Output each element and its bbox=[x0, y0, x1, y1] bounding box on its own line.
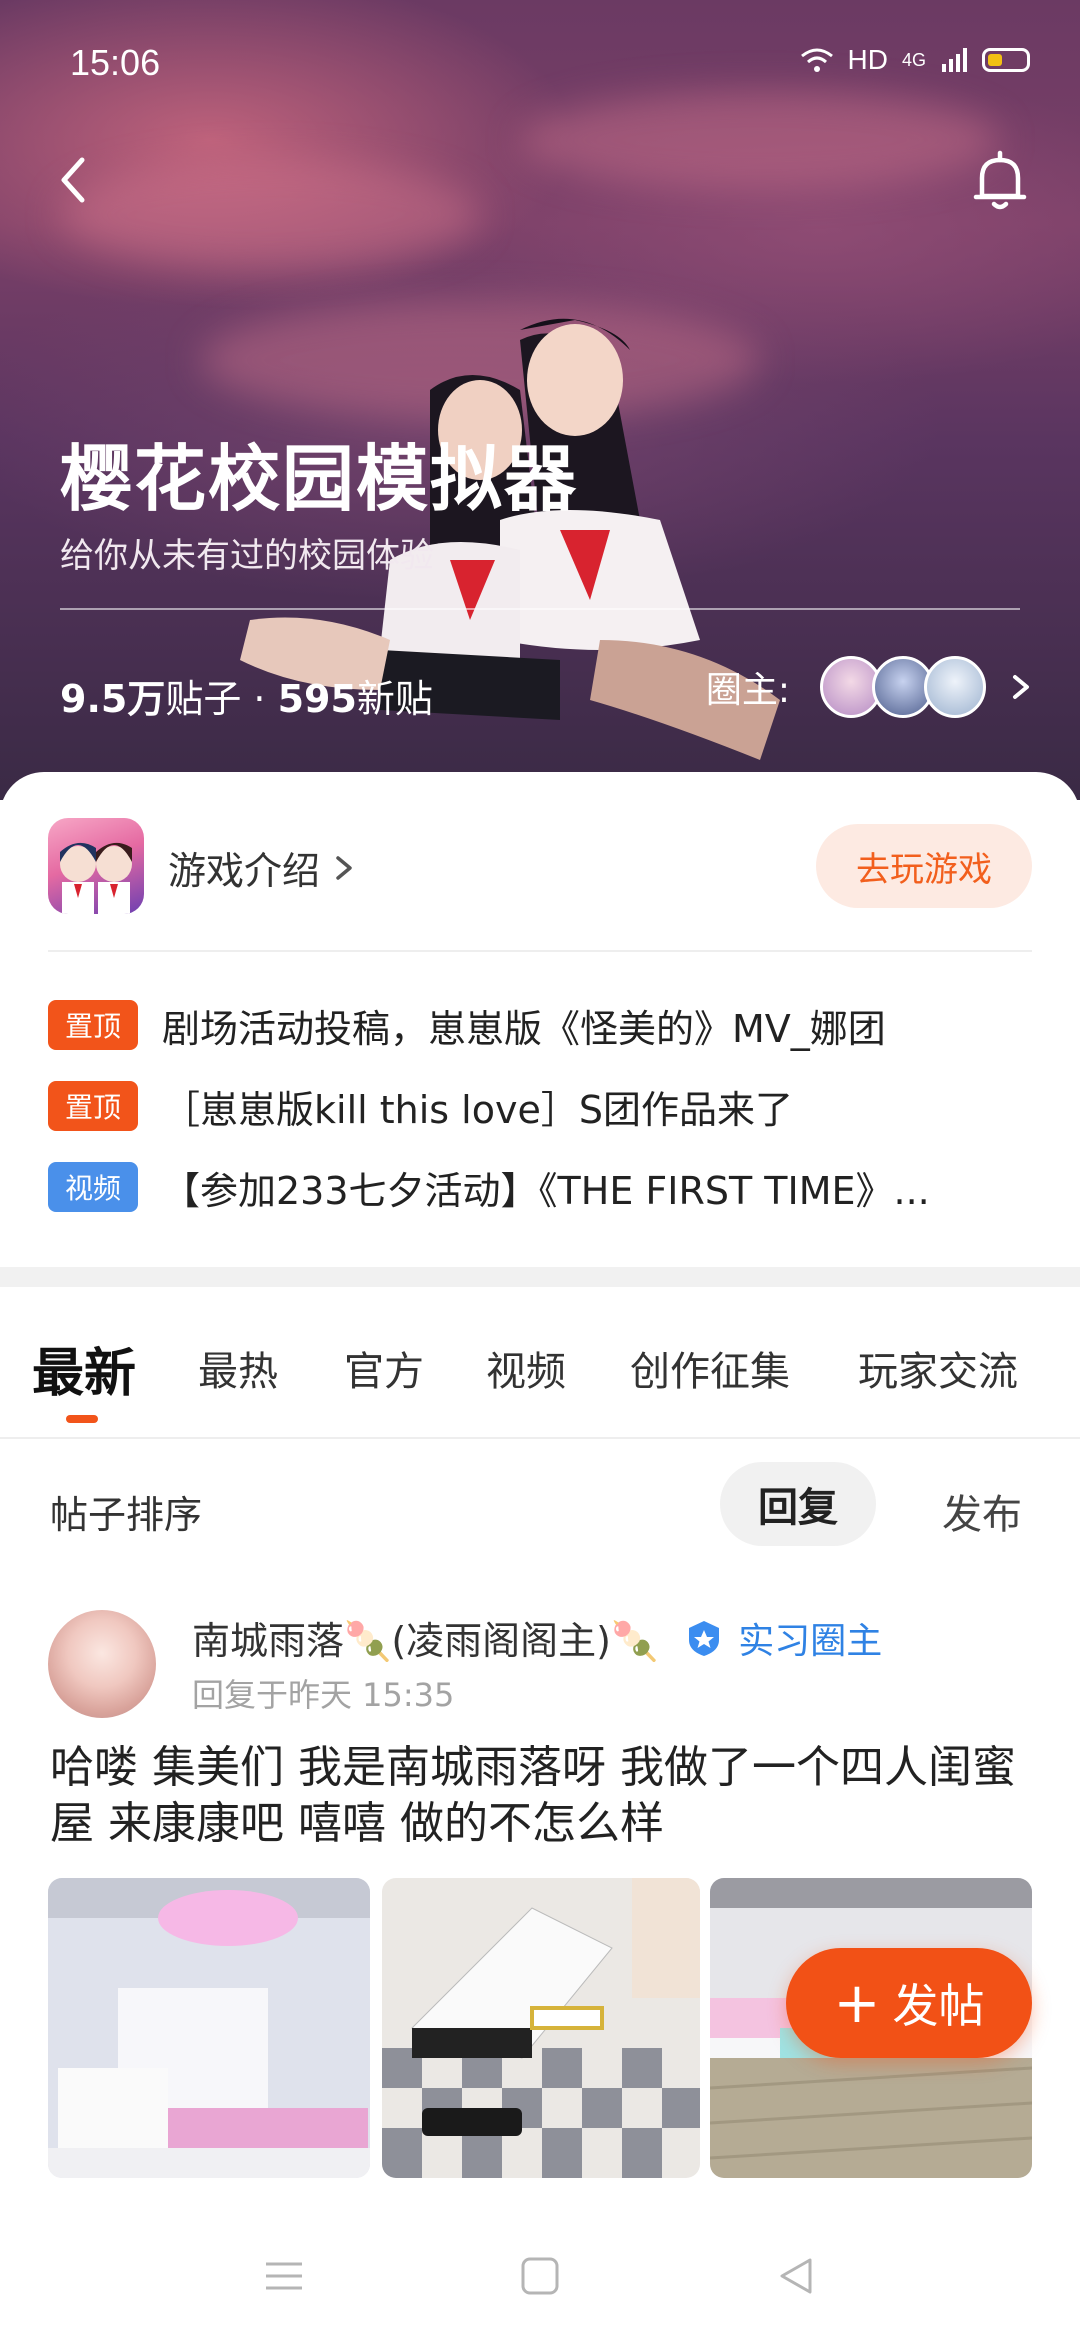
notification-button[interactable] bbox=[960, 140, 1040, 220]
pinned-posts: 置顶 剧场活动投稿，崽崽版《怪美的》MV_娜团 置顶 ［崽崽版kill this… bbox=[48, 998, 1032, 1241]
sort-row: 帖子排序 回复 发布 bbox=[0, 1462, 1080, 1552]
pinned-post[interactable]: 视频 【参加233七夕活动】《THE FIRST TIME》... bbox=[48, 1160, 1032, 1214]
pinned-tag: 置顶 bbox=[48, 1000, 138, 1050]
battery-icon bbox=[982, 48, 1030, 72]
pinned-post[interactable]: 置顶 剧场活动投稿，崽崽版《怪美的》MV_娜团 bbox=[48, 998, 1032, 1052]
post-content: 哈喽 集美们 我是南城雨落呀 我做了一个四人闺蜜屋 来康康吧 嘻嘻 做的不怎么样 bbox=[50, 1742, 1016, 1849]
menu-button[interactable] bbox=[262, 2254, 306, 2298]
video-tag: 视频 bbox=[48, 1162, 138, 1212]
avatar[interactable] bbox=[48, 1610, 156, 1718]
system-navigation-bar bbox=[0, 2210, 1080, 2340]
game-app-icon[interactable] bbox=[48, 818, 144, 914]
game-intro-link[interactable]: 游戏介绍 bbox=[168, 840, 358, 895]
pinned-post-title: ［崽崽版kill this love］S团作品来了 bbox=[162, 1087, 793, 1132]
post-image[interactable] bbox=[48, 1878, 370, 2178]
pinned-post-title: 【参加233七夕活动】《THE FIRST TIME》... bbox=[162, 1168, 930, 1213]
tab-latest[interactable]: 最新 bbox=[32, 1331, 136, 1406]
community-header: 15:06 HD 4G 樱花校园模拟器 给你从未有过的校园体验 9.5万贴子 ·… bbox=[0, 0, 1080, 800]
home-icon bbox=[521, 2257, 559, 2295]
signal-icon bbox=[942, 48, 967, 72]
network-type-label: HD bbox=[847, 44, 888, 75]
status-time: 15:06 bbox=[70, 42, 161, 83]
status-icons: HD 4G bbox=[800, 44, 1030, 76]
stats-separator: · bbox=[241, 677, 278, 721]
community-subtitle: 给你从未有过的校园体验 bbox=[60, 536, 434, 576]
pinned-post-title: 剧场活动投稿，崽崽版《怪美的》MV_娜团 bbox=[162, 1006, 886, 1051]
new-post-label: 发帖 bbox=[892, 1979, 985, 2033]
post-author-row: 南城雨落🍡(凌雨阁阁主)🍡 实习圈主 bbox=[192, 1610, 882, 1665]
tab-official[interactable]: 官方 bbox=[344, 1339, 424, 1397]
posts-count: 9.5万 bbox=[60, 677, 166, 721]
divider bbox=[48, 950, 1032, 952]
pinned-tag: 置顶 bbox=[48, 1081, 138, 1131]
community-owners[interactable]: 圈主: bbox=[706, 656, 1040, 718]
sort-by-publish-button[interactable]: 发布 bbox=[942, 1482, 1022, 1540]
post-image[interactable] bbox=[382, 1878, 700, 2178]
community-stats: 9.5万贴子 · 595新贴 bbox=[60, 668, 433, 723]
play-game-button[interactable]: 去玩游戏 bbox=[816, 824, 1032, 908]
tab-video[interactable]: 视频 bbox=[486, 1339, 566, 1397]
tab-player-chat[interactable]: 玩家交流 bbox=[858, 1339, 1018, 1397]
post-time: 回复于昨天 15:35 bbox=[192, 1676, 455, 1714]
post-category-tabs: 最新 最热 官方 视频 创作征集 玩家交流 bbox=[0, 1287, 1080, 1439]
system-back-button[interactable] bbox=[774, 2254, 818, 2298]
author-badge: 实习圈主 bbox=[684, 1612, 882, 1664]
shield-badge-icon bbox=[689, 1620, 720, 1656]
owners-label: 圈主: bbox=[705, 670, 790, 711]
tab-creation[interactable]: 创作征集 bbox=[630, 1339, 790, 1397]
menu-icon bbox=[266, 2262, 302, 2290]
sort-by-reply-button[interactable]: 回复 bbox=[720, 1462, 876, 1546]
room-photo bbox=[382, 1878, 700, 2178]
chevron-right-icon bbox=[336, 855, 352, 880]
top-navigation bbox=[0, 130, 1080, 230]
new-post-button[interactable]: + 发帖 bbox=[786, 1948, 1032, 2058]
active-tab-indicator bbox=[66, 1415, 98, 1423]
new-posts-label: 新贴 bbox=[356, 677, 433, 721]
badge-label: 实习圈主 bbox=[738, 1620, 883, 1662]
back-triangle-icon bbox=[780, 2258, 812, 2294]
game-intro-label: 游戏介绍 bbox=[168, 849, 321, 893]
game-row: 游戏介绍 去玩游戏 bbox=[48, 818, 1032, 918]
signal-label: 4G bbox=[901, 49, 926, 70]
posts-label: 贴子 bbox=[165, 677, 242, 721]
section-separator bbox=[0, 1267, 1080, 1287]
header-divider bbox=[60, 608, 1020, 610]
status-bar: 15:06 HD 4G bbox=[0, 0, 1080, 130]
home-button[interactable] bbox=[518, 2254, 562, 2298]
sort-label: 帖子排序 bbox=[50, 1493, 203, 1537]
bell-icon bbox=[973, 150, 1027, 210]
wifi-icon bbox=[800, 48, 833, 72]
plus-icon: + bbox=[833, 1970, 881, 2036]
room-photo bbox=[48, 1878, 370, 2178]
chevron-right-icon bbox=[1013, 675, 1029, 699]
game-artwork bbox=[60, 842, 132, 914]
owner-avatar bbox=[924, 656, 986, 718]
author-name[interactable]: 南城雨落🍡(凌雨阁阁主)🍡 bbox=[192, 1610, 658, 1665]
new-posts-count: 595 bbox=[277, 677, 357, 721]
back-button[interactable] bbox=[40, 140, 120, 220]
pinned-post[interactable]: 置顶 ［崽崽版kill this love］S团作品来了 bbox=[48, 1079, 1032, 1133]
back-icon bbox=[61, 157, 85, 203]
tab-hot[interactable]: 最热 bbox=[198, 1339, 278, 1397]
community-title: 樱花校园模拟器 bbox=[60, 437, 579, 521]
